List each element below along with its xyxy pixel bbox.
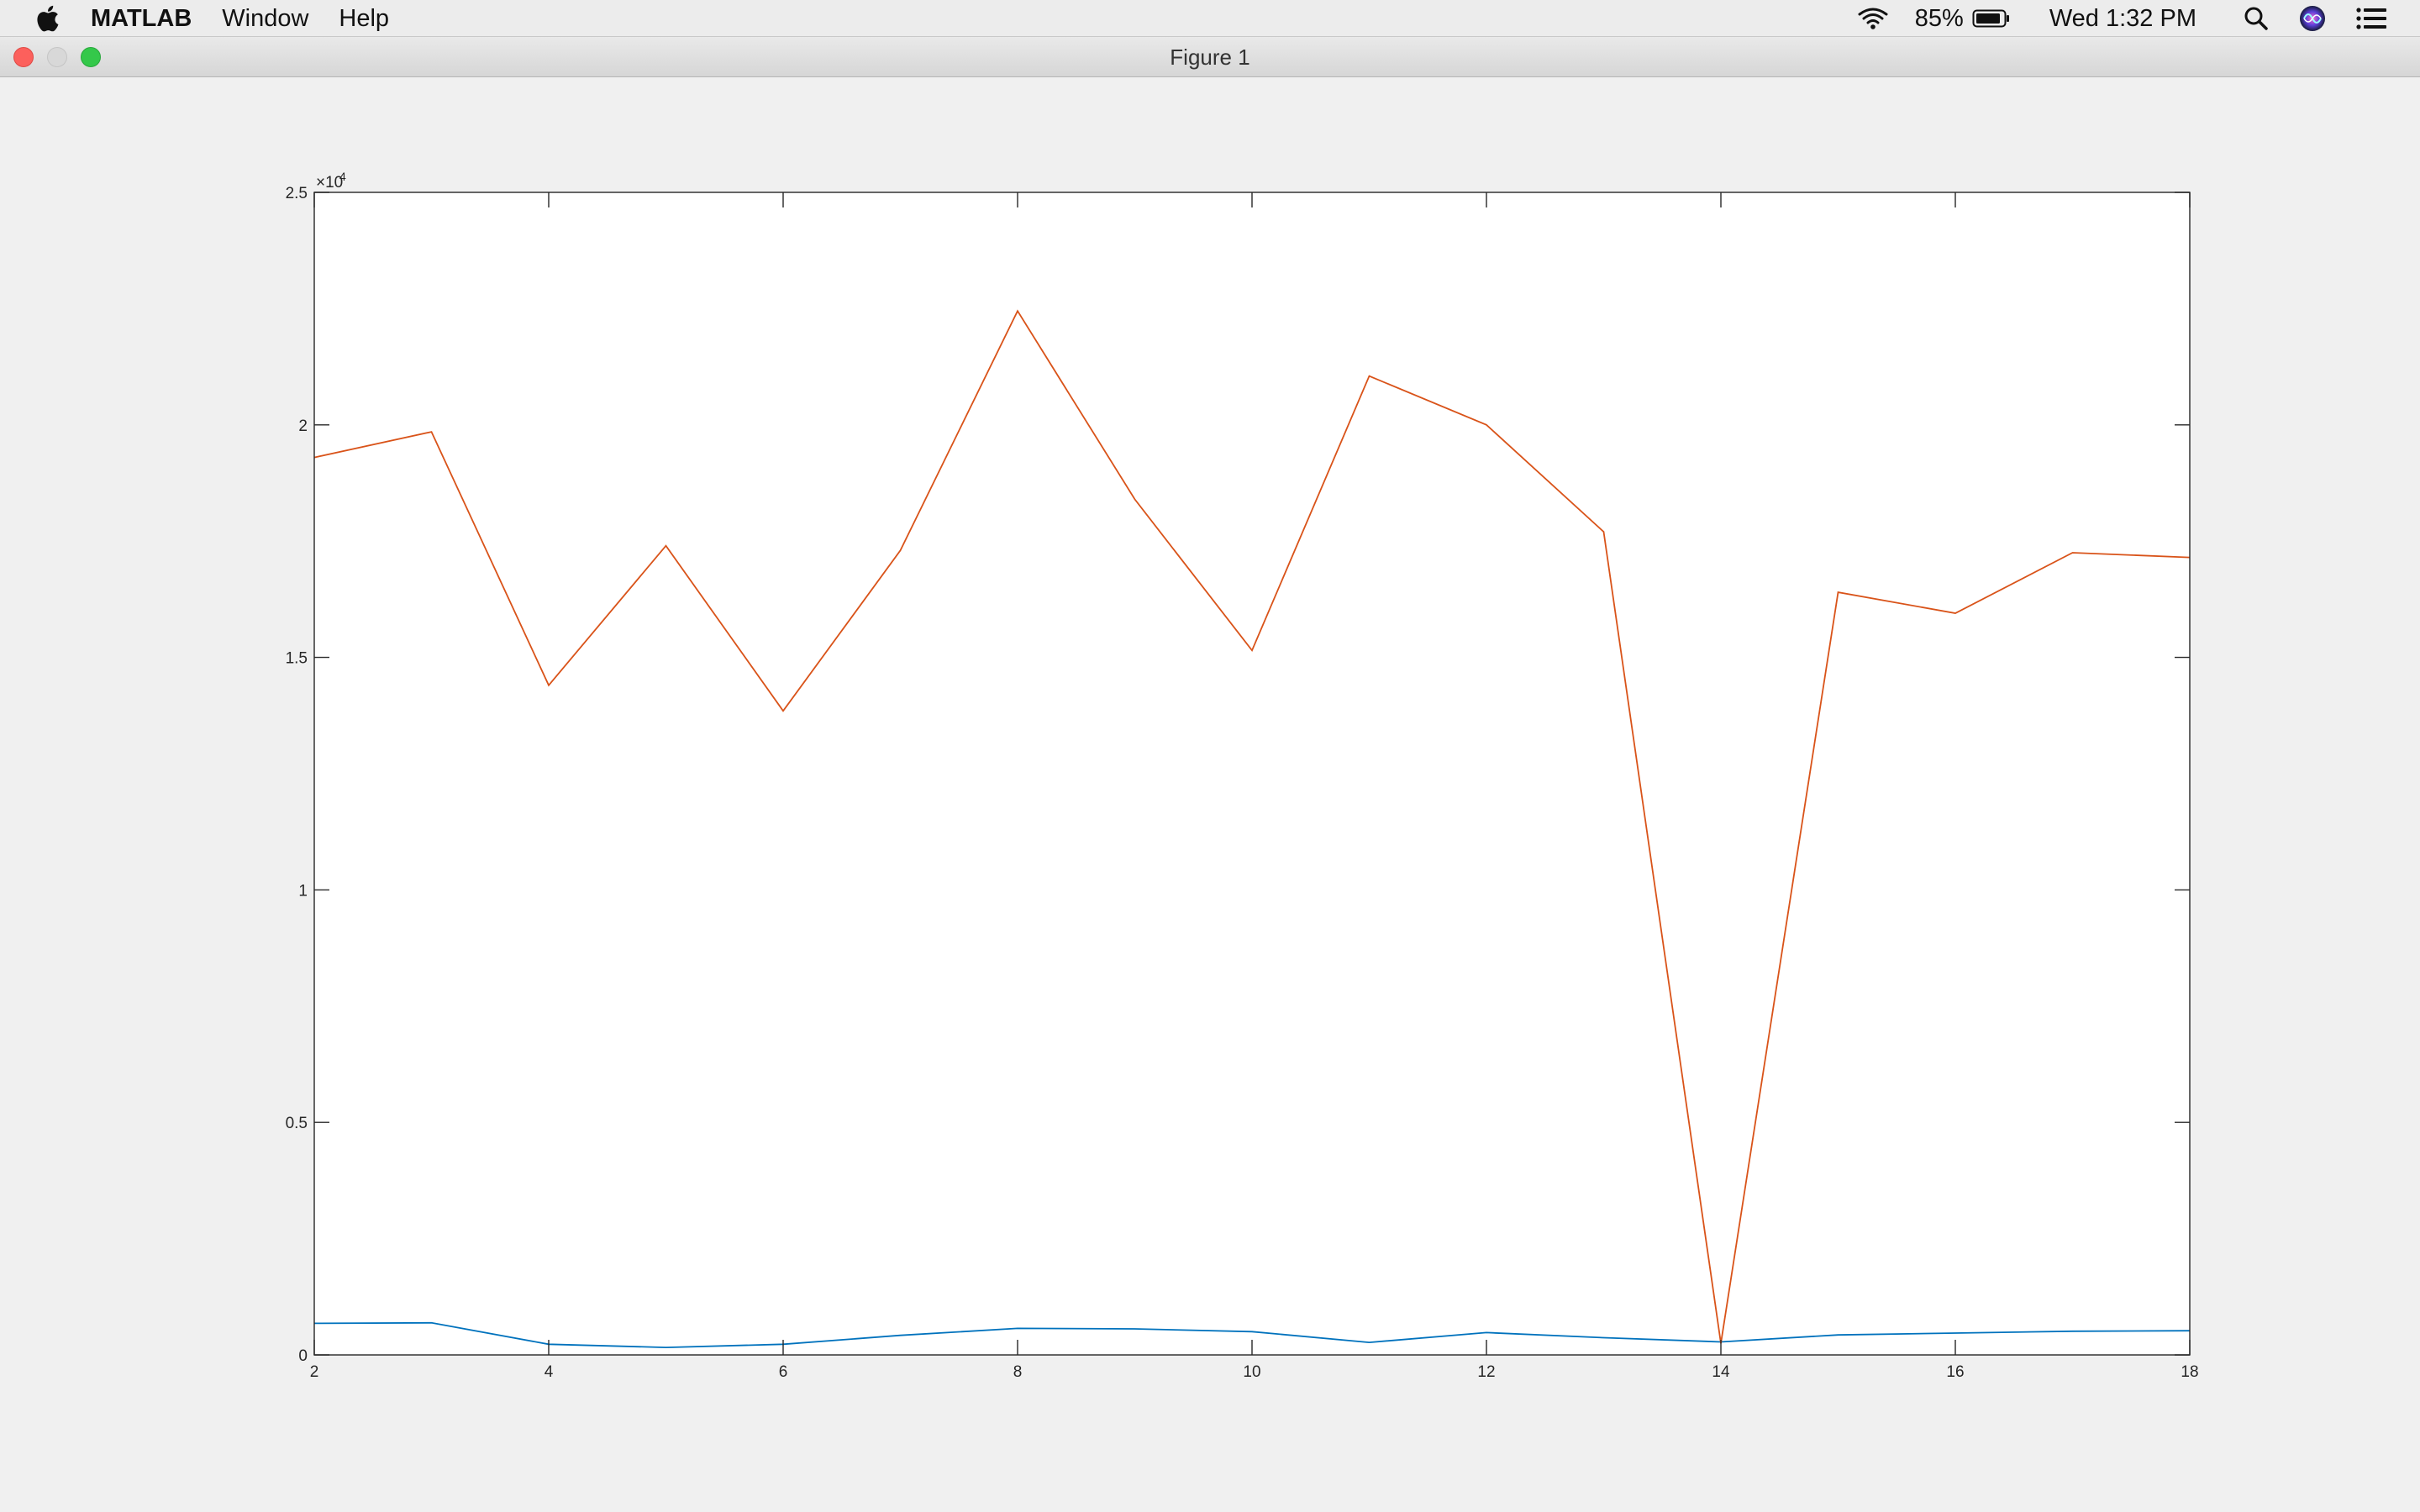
clock[interactable]: Wed 1:32 PM — [2049, 0, 2196, 37]
menu-window[interactable]: Window — [207, 0, 324, 37]
figure-canvas: 2 4 6 8 10 12 14 16 18 0 0.5 1 1.5 2 2.5 ×10 4 — [0, 77, 2420, 1512]
window-title-bar[interactable]: Figure 1 — [0, 37, 2420, 77]
battery-icon[interactable] — [1972, 8, 2011, 29]
x-tick-label: 2 — [310, 1363, 319, 1381]
menu-help[interactable]: Help — [324, 0, 404, 37]
x-tick-label: 16 — [1946, 1363, 1964, 1381]
x-tick-label: 6 — [779, 1363, 788, 1381]
y-exponent-power: 4 — [339, 170, 346, 183]
y-tick-label: 0 — [298, 1347, 308, 1365]
line-chart: 2 4 6 8 10 12 14 16 1800.511.522.5×104 — [286, 170, 2199, 1381]
y-tick-label: 2.5 — [286, 185, 308, 202]
y-tick-label: 1 — [298, 882, 308, 900]
x-tick-label: 14 — [1712, 1363, 1730, 1381]
y-tick-label: 2 — [298, 417, 308, 435]
battery-percent[interactable]: 85% — [1915, 0, 1964, 37]
app-menu-matlab[interactable]: MATLAB — [91, 0, 207, 37]
apple-icon[interactable] — [34, 0, 60, 37]
x-tick-label: 10 — [1243, 1363, 1260, 1381]
siri-icon[interactable] — [2299, 5, 2326, 32]
x-tick-label: 4 — [544, 1363, 554, 1381]
y-tick-label: 1.5 — [286, 650, 308, 668]
y-tick-label: 0.5 — [286, 1115, 308, 1132]
wifi-icon[interactable] — [1856, 6, 1890, 31]
x-tick-label: 18 — [2181, 1363, 2198, 1381]
x-tick-label: 12 — [1477, 1363, 1495, 1381]
notification-center-icon[interactable] — [2356, 7, 2386, 29]
x-tick-label: 8 — [1013, 1363, 1023, 1381]
search-icon[interactable] — [2244, 6, 2269, 31]
menu-bar: MATLAB Window Help 85% Wed 1:32 PM — [0, 0, 2420, 37]
plot-area — [314, 192, 2190, 1355]
window-title: Figure 1 — [1170, 45, 1250, 70]
